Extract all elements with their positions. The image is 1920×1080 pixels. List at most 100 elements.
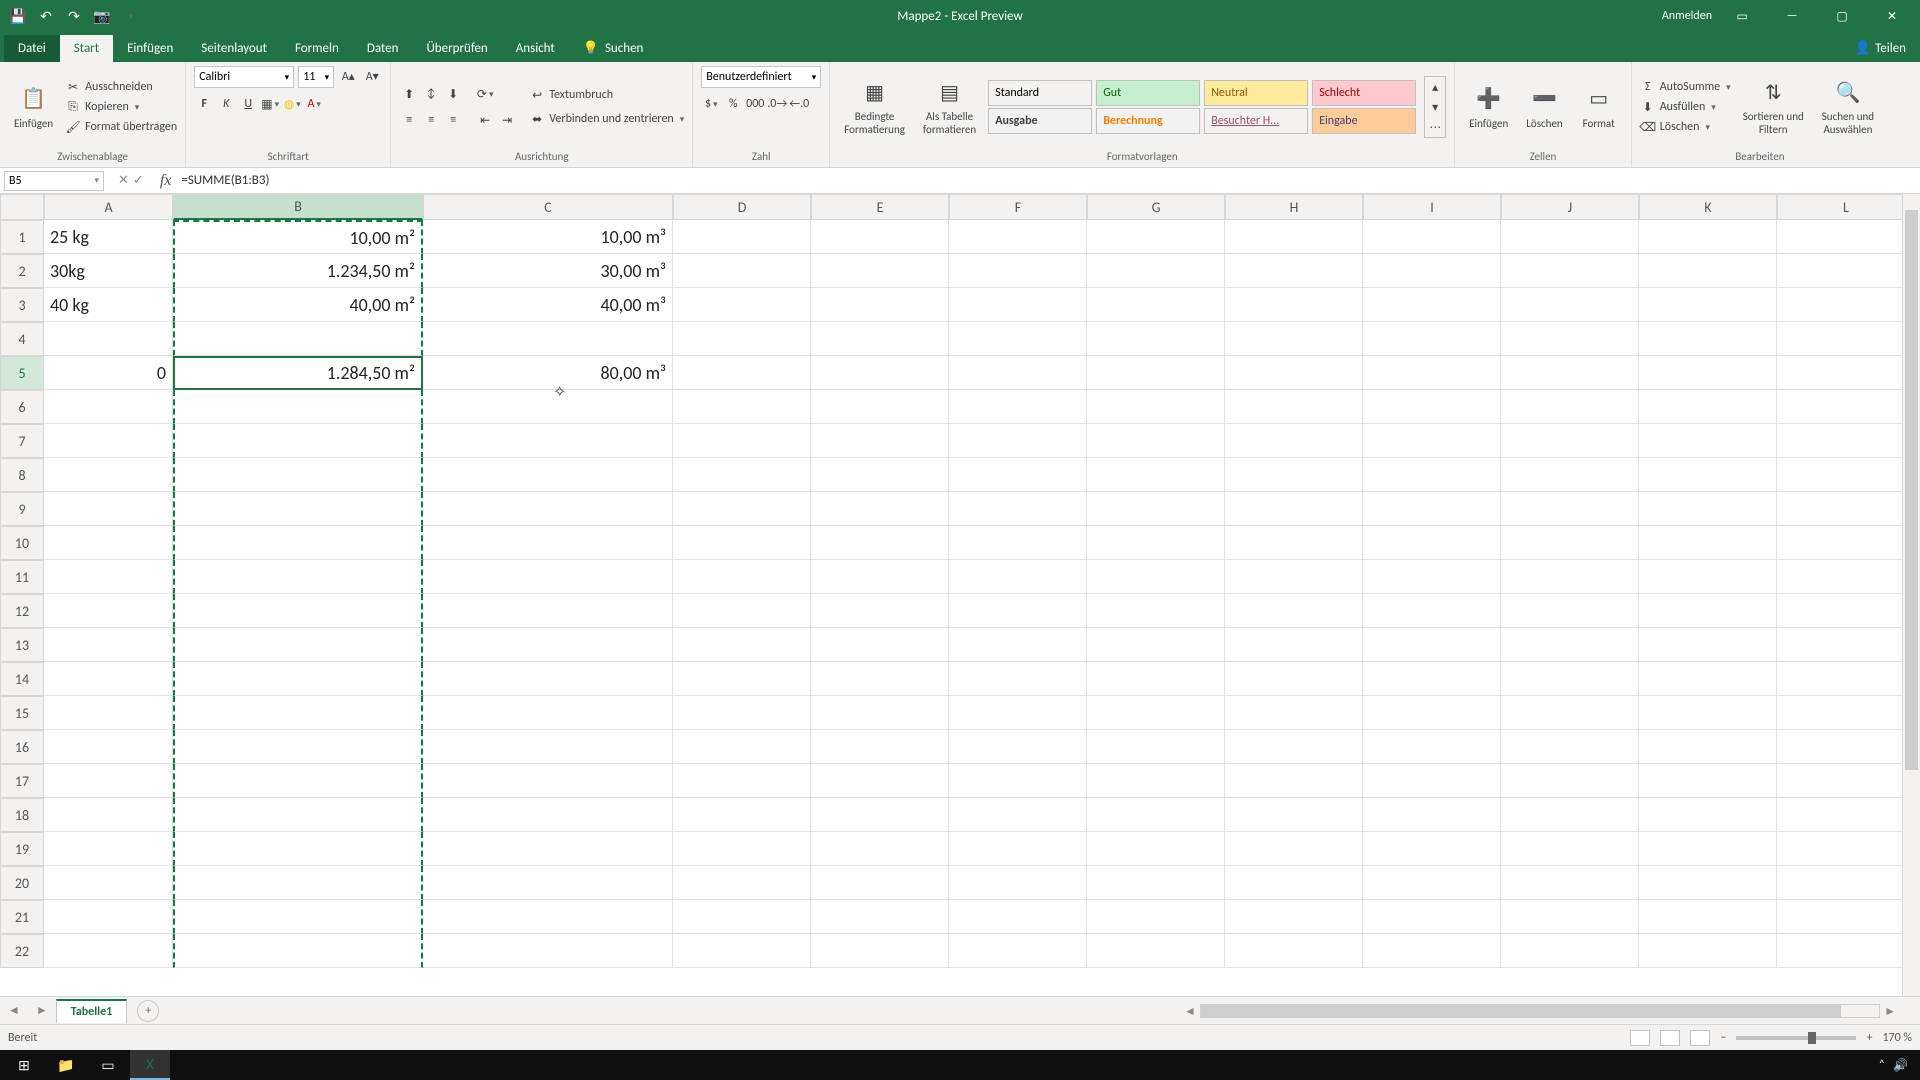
- cell-C5[interactable]: 80,00 m³: [423, 356, 673, 390]
- cell-J11[interactable]: [1501, 560, 1639, 594]
- tab-file[interactable]: Datei: [4, 35, 60, 62]
- cell-A13[interactable]: [44, 628, 173, 662]
- cell-F2[interactable]: [949, 254, 1087, 288]
- cell-G5[interactable]: [1087, 356, 1225, 390]
- cell-E15[interactable]: [811, 696, 949, 730]
- cell-E21[interactable]: [811, 900, 949, 934]
- cell-A9[interactable]: [44, 492, 173, 526]
- cell-J2[interactable]: [1501, 254, 1639, 288]
- cell-F7[interactable]: [949, 424, 1087, 458]
- cell-L22[interactable]: [1777, 934, 1915, 968]
- maximize-icon[interactable]: ▢: [1822, 0, 1862, 32]
- column-header-H[interactable]: H: [1225, 194, 1363, 220]
- cell-D11[interactable]: [673, 560, 811, 594]
- qat-more-icon[interactable]: [120, 6, 140, 26]
- cell-B17[interactable]: [173, 764, 423, 798]
- column-header-F[interactable]: F: [949, 194, 1087, 220]
- cell-B21[interactable]: [173, 900, 423, 934]
- cell-K17[interactable]: [1639, 764, 1777, 798]
- tray-up-icon[interactable]: ˄: [1879, 1058, 1885, 1073]
- font-size-combo[interactable]: 11▾: [298, 66, 334, 88]
- style-besuchter-link[interactable]: Besuchter H...: [1204, 108, 1308, 134]
- orientation-icon[interactable]: ⟳: [475, 84, 495, 104]
- cell-J7[interactable]: [1501, 424, 1639, 458]
- tab-data[interactable]: Daten: [353, 35, 413, 62]
- cell-I16[interactable]: [1363, 730, 1501, 764]
- cell-C19[interactable]: [423, 832, 673, 866]
- sheet-nav-prev-icon[interactable]: ◄: [0, 1003, 28, 1018]
- select-all-corner[interactable]: [0, 194, 44, 220]
- cell-H4[interactable]: [1225, 322, 1363, 356]
- cell-E22[interactable]: [811, 934, 949, 968]
- cell-B5[interactable]: 1.284,50 m²: [173, 356, 423, 390]
- cell-B6[interactable]: [173, 390, 423, 424]
- cell-B11[interactable]: [173, 560, 423, 594]
- cell-G1[interactable]: [1087, 220, 1225, 254]
- border-button[interactable]: ▦: [260, 94, 280, 114]
- decrease-indent-icon[interactable]: ⇤: [475, 110, 495, 130]
- align-bottom-icon[interactable]: ⬇: [443, 84, 463, 104]
- formula-input[interactable]: =SUMME(B1:B3): [177, 173, 1920, 188]
- cell-J15[interactable]: [1501, 696, 1639, 730]
- cell-E8[interactable]: [811, 458, 949, 492]
- cell-I7[interactable]: [1363, 424, 1501, 458]
- cell-A18[interactable]: [44, 798, 173, 832]
- cell-G17[interactable]: [1087, 764, 1225, 798]
- cell-D14[interactable]: [673, 662, 811, 696]
- cell-E19[interactable]: [811, 832, 949, 866]
- cell-J5[interactable]: [1501, 356, 1639, 390]
- cell-F12[interactable]: [949, 594, 1087, 628]
- minimize-icon[interactable]: —: [1772, 0, 1812, 32]
- cell-F20[interactable]: [949, 866, 1087, 900]
- fill-button[interactable]: ⬇Ausfüllen: [1640, 98, 1731, 116]
- cell-A1[interactable]: 25 kg: [44, 220, 173, 254]
- cell-E7[interactable]: [811, 424, 949, 458]
- bold-button[interactable]: F: [194, 94, 214, 114]
- tab-formulas[interactable]: Formeln: [281, 35, 353, 62]
- insert-cells-button[interactable]: ➕Einfügen: [1463, 83, 1514, 132]
- cell-G4[interactable]: [1087, 322, 1225, 356]
- style-schlecht[interactable]: Schlecht: [1312, 80, 1416, 106]
- merge-center-button[interactable]: ⬌Verbinden und zentrieren: [529, 110, 684, 128]
- row-header-2[interactable]: 2: [0, 254, 44, 288]
- cell-A6[interactable]: [44, 390, 173, 424]
- cell-H12[interactable]: [1225, 594, 1363, 628]
- cell-E5[interactable]: [811, 356, 949, 390]
- cell-C4[interactable]: [423, 322, 673, 356]
- tab-insert[interactable]: Einfügen: [113, 35, 187, 62]
- cell-A16[interactable]: [44, 730, 173, 764]
- style-eingabe[interactable]: Eingabe: [1312, 108, 1416, 134]
- enter-formula-icon[interactable]: ✓: [133, 173, 144, 188]
- cell-E18[interactable]: [811, 798, 949, 832]
- cell-I2[interactable]: [1363, 254, 1501, 288]
- cell-E20[interactable]: [811, 866, 949, 900]
- vertical-scrollbar[interactable]: [1902, 194, 1920, 996]
- cell-H6[interactable]: [1225, 390, 1363, 424]
- cell-B1[interactable]: 10,00 m²: [173, 220, 423, 254]
- cell-C21[interactable]: [423, 900, 673, 934]
- row-header-4[interactable]: 4: [0, 322, 44, 356]
- cell-H22[interactable]: [1225, 934, 1363, 968]
- zoom-in-icon[interactable]: +: [1866, 1031, 1872, 1045]
- fx-icon[interactable]: fx: [154, 172, 178, 190]
- cell-G21[interactable]: [1087, 900, 1225, 934]
- cell-A17[interactable]: [44, 764, 173, 798]
- cell-K5[interactable]: [1639, 356, 1777, 390]
- row-header-20[interactable]: 20: [0, 866, 44, 900]
- format-cells-button[interactable]: ▭Format: [1575, 83, 1623, 132]
- cell-B13[interactable]: [173, 628, 423, 662]
- cell-B4[interactable]: [173, 322, 423, 356]
- cell-B9[interactable]: [173, 492, 423, 526]
- cell-C11[interactable]: [423, 560, 673, 594]
- undo-icon[interactable]: ↶: [36, 6, 56, 26]
- cell-K10[interactable]: [1639, 526, 1777, 560]
- cell-A8[interactable]: [44, 458, 173, 492]
- cell-C7[interactable]: [423, 424, 673, 458]
- cell-A5[interactable]: 0: [44, 356, 173, 390]
- delete-cells-button[interactable]: ➖Löschen: [1520, 83, 1568, 132]
- cell-I5[interactable]: [1363, 356, 1501, 390]
- cell-E11[interactable]: [811, 560, 949, 594]
- cell-L11[interactable]: [1777, 560, 1915, 594]
- cell-K3[interactable]: [1639, 288, 1777, 322]
- cell-G19[interactable]: [1087, 832, 1225, 866]
